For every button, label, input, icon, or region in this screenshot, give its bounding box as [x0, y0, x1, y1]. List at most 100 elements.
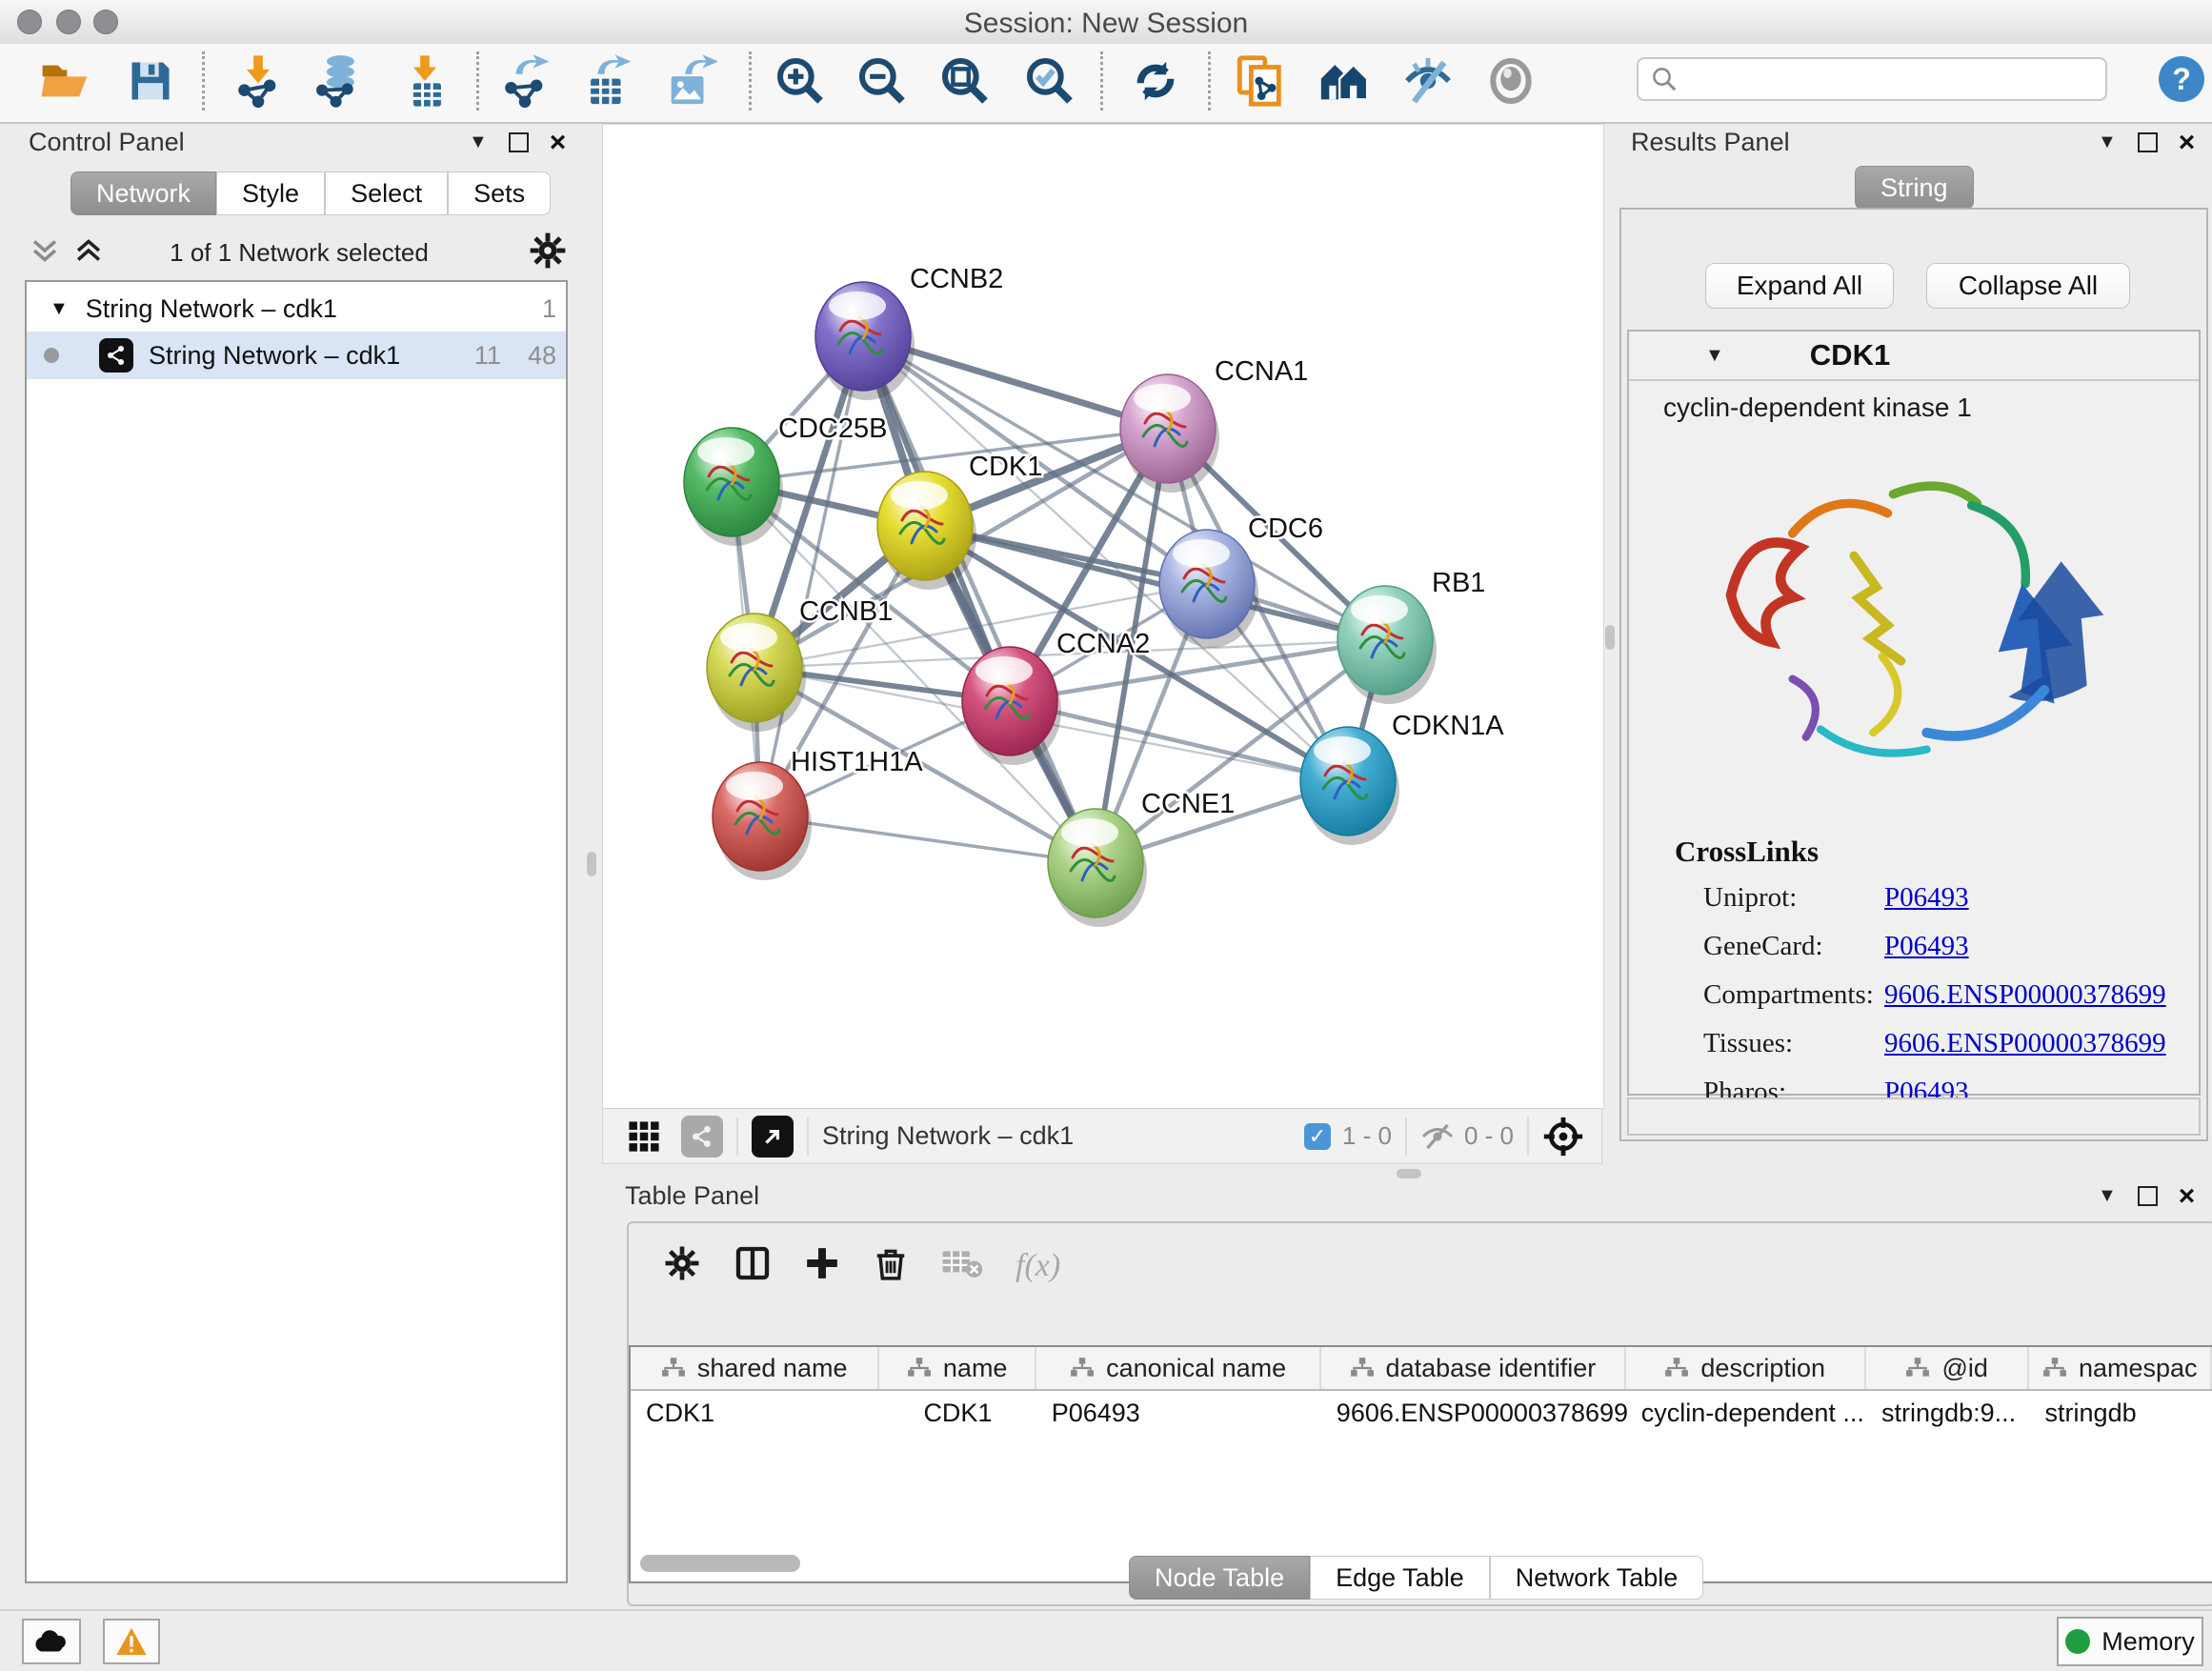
crosslink-link[interactable]: P06493	[1884, 882, 1969, 914]
detach-view-button[interactable]	[752, 1116, 794, 1158]
column-header-shared-name[interactable]: shared name	[631, 1347, 879, 1389]
expand-all-button[interactable]: Expand All	[1705, 263, 1894, 309]
collapse-all-networks-button[interactable]	[29, 236, 61, 270]
search-input[interactable]	[1637, 57, 2107, 101]
add-column-button[interactable]	[804, 1245, 840, 1286]
export-image-button[interactable]	[658, 50, 721, 112]
zoom-in-button[interactable]	[769, 50, 832, 112]
gear-icon	[663, 1244, 701, 1282]
collapse-all-button[interactable]: Collapse All	[1926, 263, 2130, 309]
float-panel-icon[interactable]	[2138, 132, 2158, 152]
panel-menu-icon[interactable]: ▼	[2098, 131, 2117, 153]
export-image-icon	[662, 53, 717, 109]
help-button[interactable]: ?	[2159, 56, 2204, 102]
expand-all-networks-button[interactable]	[72, 236, 105, 270]
crosslink-link[interactable]: 9606.ENSP00000378699	[1884, 1028, 2166, 1059]
node-label: CDC25B	[778, 413, 887, 444]
import-network-database-button[interactable]	[307, 50, 370, 112]
tab-string[interactable]: String	[1855, 166, 1974, 210]
save-session-button[interactable]	[119, 50, 182, 112]
zoom-out-button[interactable]	[851, 50, 914, 112]
import-table-button[interactable]	[393, 50, 456, 112]
warnings-button[interactable]	[103, 1619, 160, 1664]
hide-selected-button[interactable]	[1397, 50, 1459, 112]
home-networks-button[interactable]	[1313, 50, 1376, 112]
results-panel: Results Panel ▼ × String Expand All Coll…	[1612, 124, 2212, 1139]
network-graph[interactable]: CCNB2CCNA1CDC25BCDK1CDC6RB1CCNB1CCNA2CDK…	[603, 125, 1603, 1109]
network-node-hist1h1a[interactable]: HIST1H1A	[713, 747, 923, 880]
network-collection-row[interactable]: ▼ String Network – cdk1 1	[27, 282, 566, 332]
function-builder-button[interactable]: f(x)	[1016, 1248, 1060, 1284]
memory-button[interactable]: Memory	[2057, 1617, 2203, 1666]
collapse-entry-icon[interactable]: ▼	[1705, 345, 1724, 367]
network-canvas[interactable]: CCNB2CCNA1CDC25BCDK1CDC6RB1CCNB1CCNA2CDK…	[602, 124, 1604, 1110]
toolbar-separator	[476, 51, 479, 111]
open-session-button[interactable]	[33, 50, 96, 112]
network-options-button[interactable]	[528, 231, 568, 275]
show-columns-button[interactable]	[734, 1244, 772, 1287]
toolbar-separator	[1208, 51, 1211, 111]
column-header-database-identifier[interactable]: database identifier	[1321, 1347, 1625, 1389]
column-header-namespac[interactable]: namespac	[2029, 1347, 2212, 1389]
zoom-out-icon	[855, 54, 909, 108]
delete-column-button[interactable]	[873, 1245, 909, 1286]
horizontal-scrollbar-thumb[interactable]	[640, 1555, 800, 1572]
tree-collapse-icon[interactable]: ▼	[50, 298, 69, 320]
result-entry-description: cyclin-dependent kinase 1	[1629, 381, 2199, 423]
tab-edge-table[interactable]: Edge Table	[1310, 1556, 1490, 1600]
window-title: Session: New Session	[0, 8, 2212, 40]
network-node-rb1[interactable]: RB1	[1337, 568, 1485, 704]
network-row[interactable]: String Network – cdk1 11 48	[27, 332, 566, 379]
column-header-@id[interactable]: @id	[1866, 1347, 2030, 1389]
tab-network-table[interactable]: Network Table	[1490, 1556, 1704, 1600]
tab-sets[interactable]: Sets	[448, 171, 551, 215]
apply-layout-button[interactable]	[1124, 50, 1187, 112]
node-label: CCNB2	[910, 264, 1003, 294]
network-edge[interactable]	[760, 336, 863, 816]
control-panel: Control Panel ▼ × Network Style Select S…	[13, 124, 581, 1602]
string-view-button[interactable]	[681, 1116, 723, 1158]
network-node-ccne1[interactable]: CCNE1	[1048, 789, 1235, 927]
close-panel-icon[interactable]: ×	[2179, 134, 2196, 151]
export-network-button[interactable]	[493, 50, 556, 112]
column-header-name[interactable]: name	[879, 1347, 1036, 1389]
table-options-button[interactable]	[663, 1244, 701, 1287]
import-network-file-button[interactable]	[227, 50, 290, 112]
show-all-button[interactable]	[1479, 50, 1542, 112]
float-panel-icon[interactable]	[2138, 1186, 2158, 1206]
crosslink-link[interactable]: P06493	[1884, 931, 1969, 962]
tab-node-table[interactable]: Node Table	[1129, 1556, 1310, 1600]
crosslink-row: Compartments:9606.ENSP00000378699	[1703, 979, 2180, 1011]
network-edge[interactable]	[863, 336, 1096, 863]
tab-style[interactable]: Style	[216, 171, 325, 215]
result-entry-header[interactable]: ▼ CDK1	[1629, 332, 2199, 381]
tab-select[interactable]: Select	[325, 171, 448, 215]
export-table-button[interactable]	[575, 50, 638, 112]
close-panel-icon[interactable]: ×	[550, 134, 567, 151]
table-cell: CDK1	[631, 1391, 879, 1431]
bottom-splitter-handle[interactable]	[1397, 1169, 1421, 1178]
column-header-canonical-name[interactable]: canonical name	[1036, 1347, 1321, 1389]
cloud-status-button[interactable]	[22, 1619, 81, 1664]
zoom-fit-button[interactable]	[934, 50, 996, 112]
zoom-selected-button[interactable]	[1018, 50, 1081, 112]
panel-menu-icon[interactable]: ▼	[2098, 1185, 2117, 1207]
network-from-selection-button[interactable]	[1229, 50, 1292, 112]
table-cell: cyclin-dependent ...	[1626, 1391, 1866, 1431]
float-panel-icon[interactable]	[509, 132, 529, 152]
selected-indicator-checkbox[interactable]: ✓	[1304, 1123, 1331, 1150]
panel-menu-icon[interactable]: ▼	[469, 131, 488, 153]
network-node-cdk1[interactable]: CDK1	[877, 452, 1042, 590]
birdseye-toggle-button[interactable]	[1542, 1116, 1584, 1158]
delete-table-button[interactable]	[941, 1246, 983, 1285]
network-node-cdc6[interactable]: CDC6	[1159, 513, 1323, 648]
table-row[interactable]: CDK1CDK1P064939606.ENSP00000378699cyclin…	[631, 1391, 2212, 1431]
left-splitter-handle[interactable]	[587, 852, 596, 876]
close-panel-icon[interactable]: ×	[2179, 1188, 2196, 1204]
network-node-cdkn1a[interactable]: CDKN1A	[1300, 711, 1504, 845]
tab-network[interactable]: Network	[70, 171, 216, 215]
column-header-description[interactable]: description	[1626, 1347, 1866, 1389]
control-panel-tabs: Network Style Select Sets	[70, 171, 551, 215]
show-grid-button[interactable]	[628, 1120, 660, 1153]
crosslink-link[interactable]: 9606.ENSP00000378699	[1884, 979, 2166, 1011]
